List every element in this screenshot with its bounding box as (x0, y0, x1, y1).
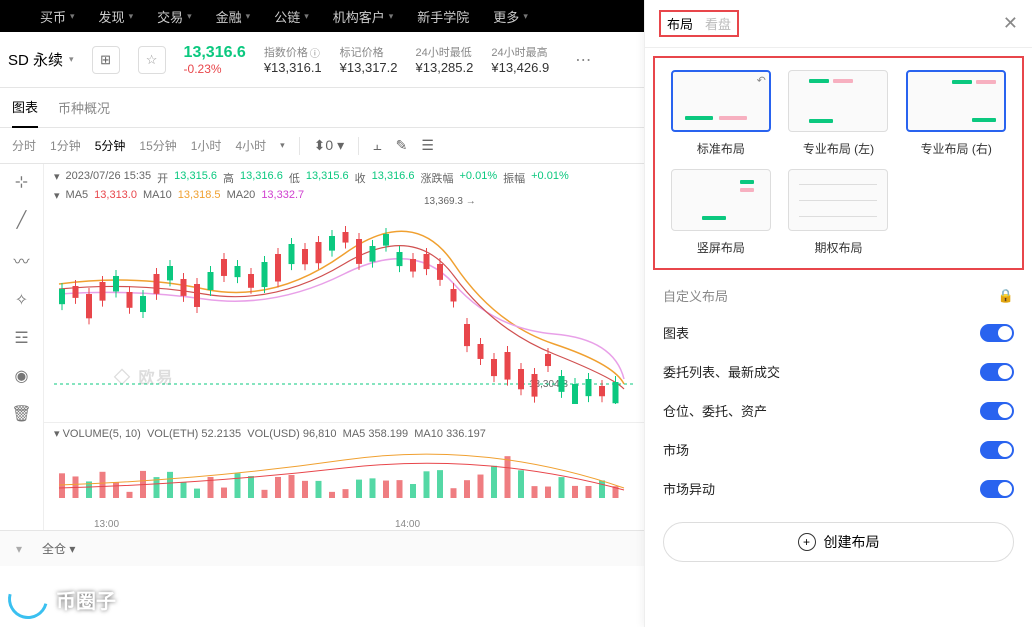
panel-tab-layout[interactable]: 布局 (667, 14, 693, 33)
ivl-5m[interactable]: 5分钟 (95, 137, 126, 154)
high-24h: 24小时最高 ¥13,426.9 (491, 44, 549, 75)
toggle-switch[interactable] (980, 441, 1014, 459)
mark-price: 标记价格 ¥13,317.2 (340, 44, 398, 75)
index-price: 指数价格 ⓘ ¥13,316.1 (264, 44, 322, 75)
panel-tab-watch[interactable]: 看盘 (705, 14, 731, 33)
eye-icon[interactable]: ◉ (15, 366, 29, 386)
nav-chain[interactable]: 公链▾ (274, 7, 309, 26)
more-dots-icon[interactable]: ⋯ (575, 50, 591, 70)
close-icon[interactable]: ✕ (1003, 13, 1018, 34)
layers-icon[interactable]: ☲ (14, 328, 28, 348)
toggle-orderbook: 委托列表、最新成交 (645, 352, 1032, 391)
ivl-1h[interactable]: 1小时 (191, 137, 222, 154)
star-icon[interactable]: ☆ (138, 46, 166, 74)
create-layout-button[interactable]: + 创建布局 (663, 522, 1014, 562)
nav-inst[interactable]: 机构客户▾ (333, 7, 394, 26)
tab-info[interactable]: 币种概况 (58, 88, 110, 128)
layout-pro-left[interactable]: 专业布局 (左) (787, 70, 891, 157)
site-logo: 币圈子 (8, 579, 116, 619)
draw-icon[interactable]: ✎ (396, 137, 408, 154)
trash-icon[interactable]: 🗑 (11, 404, 31, 424)
margin-mode[interactable]: 全仓 ▾ (42, 540, 75, 557)
low-24h: 24小时最低 ¥13,285.2 (416, 44, 474, 75)
ivl-15m[interactable]: 15分钟 (139, 137, 176, 154)
toggle-markets: 市场 (645, 430, 1032, 469)
interval-more-icon[interactable]: ▾ (280, 140, 285, 151)
nav-academy[interactable]: 新手学院 (417, 7, 469, 26)
ivl-4h[interactable]: 4小时 (235, 137, 266, 154)
chevron-down-icon[interactable]: ▾ (16, 542, 22, 556)
wave-icon[interactable]: 〰 (13, 248, 29, 272)
candlestick-svg (54, 204, 634, 404)
panel-tabs: 布局 看盘 (659, 10, 739, 37)
toggle-switch[interactable] (980, 480, 1014, 498)
nav-finance[interactable]: 金融▾ (216, 7, 251, 26)
layout-pro-right[interactable]: 专业布局 (右) (904, 70, 1008, 157)
layout-presets: ↶ 标准布局 专业布局 (左) 专业布局 (右) (653, 56, 1024, 270)
layout-options[interactable]: 期权布局 (787, 169, 891, 256)
layout-vertical[interactable]: 竖屏布局 (669, 169, 773, 256)
toggle-chart: 图表 (645, 313, 1032, 352)
nav-buy[interactable]: 买币▾ (40, 7, 75, 26)
sparkle-icon[interactable]: ✧ (15, 290, 28, 310)
layout-standard[interactable]: ↶ 标准布局 (669, 70, 773, 157)
nav-discover[interactable]: 发现▾ (99, 7, 134, 26)
toggle-switch[interactable] (980, 402, 1014, 420)
nav-more[interactable]: 更多▾ (493, 7, 528, 26)
plus-icon: + (798, 533, 816, 551)
toggle-positions: 仓位、委托、资产 (645, 391, 1032, 430)
ivl-timeshare[interactable]: 分时 (12, 137, 36, 154)
toggle-movers: 市场异动 (645, 469, 1032, 508)
tab-chart[interactable]: 图表 (12, 88, 38, 128)
undo-icon[interactable]: ↶ (757, 74, 766, 87)
volume-svg (54, 440, 634, 500)
info-icon[interactable]: ⓘ (310, 45, 320, 60)
nav-trade[interactable]: 交易▾ (157, 7, 192, 26)
pair-selector[interactable]: SD 永续▾ (8, 49, 74, 70)
toggle-switch[interactable] (980, 363, 1014, 381)
lock-icon[interactable]: 🔒 (998, 288, 1014, 304)
candle-icon[interactable]: ⊞ (92, 46, 120, 74)
list-icon[interactable]: ☰ (421, 137, 434, 154)
last-price: 13,316.6 -0.23% (184, 44, 246, 76)
ivl-1m[interactable]: 1分钟 (50, 137, 81, 154)
draw-toolbar: ⊹ ╱ 〰 ✧ ☲ ◉ 🗑 (0, 164, 44, 530)
line-tool-icon[interactable]: ╱ (17, 210, 27, 230)
layout-panel: 布局 看盘 ✕ ↶ 标准布局 专业布局 (左) (644, 0, 1032, 627)
toggle-switch[interactable] (980, 324, 1014, 342)
depth-icon[interactable]: ⬍0 ▾ (314, 137, 344, 154)
crosshair-icon[interactable]: ⊹ (15, 172, 28, 192)
indicator-icon[interactable]: ⫠ (373, 137, 381, 154)
custom-layout-header: 自定义布局 🔒 (645, 278, 1032, 313)
